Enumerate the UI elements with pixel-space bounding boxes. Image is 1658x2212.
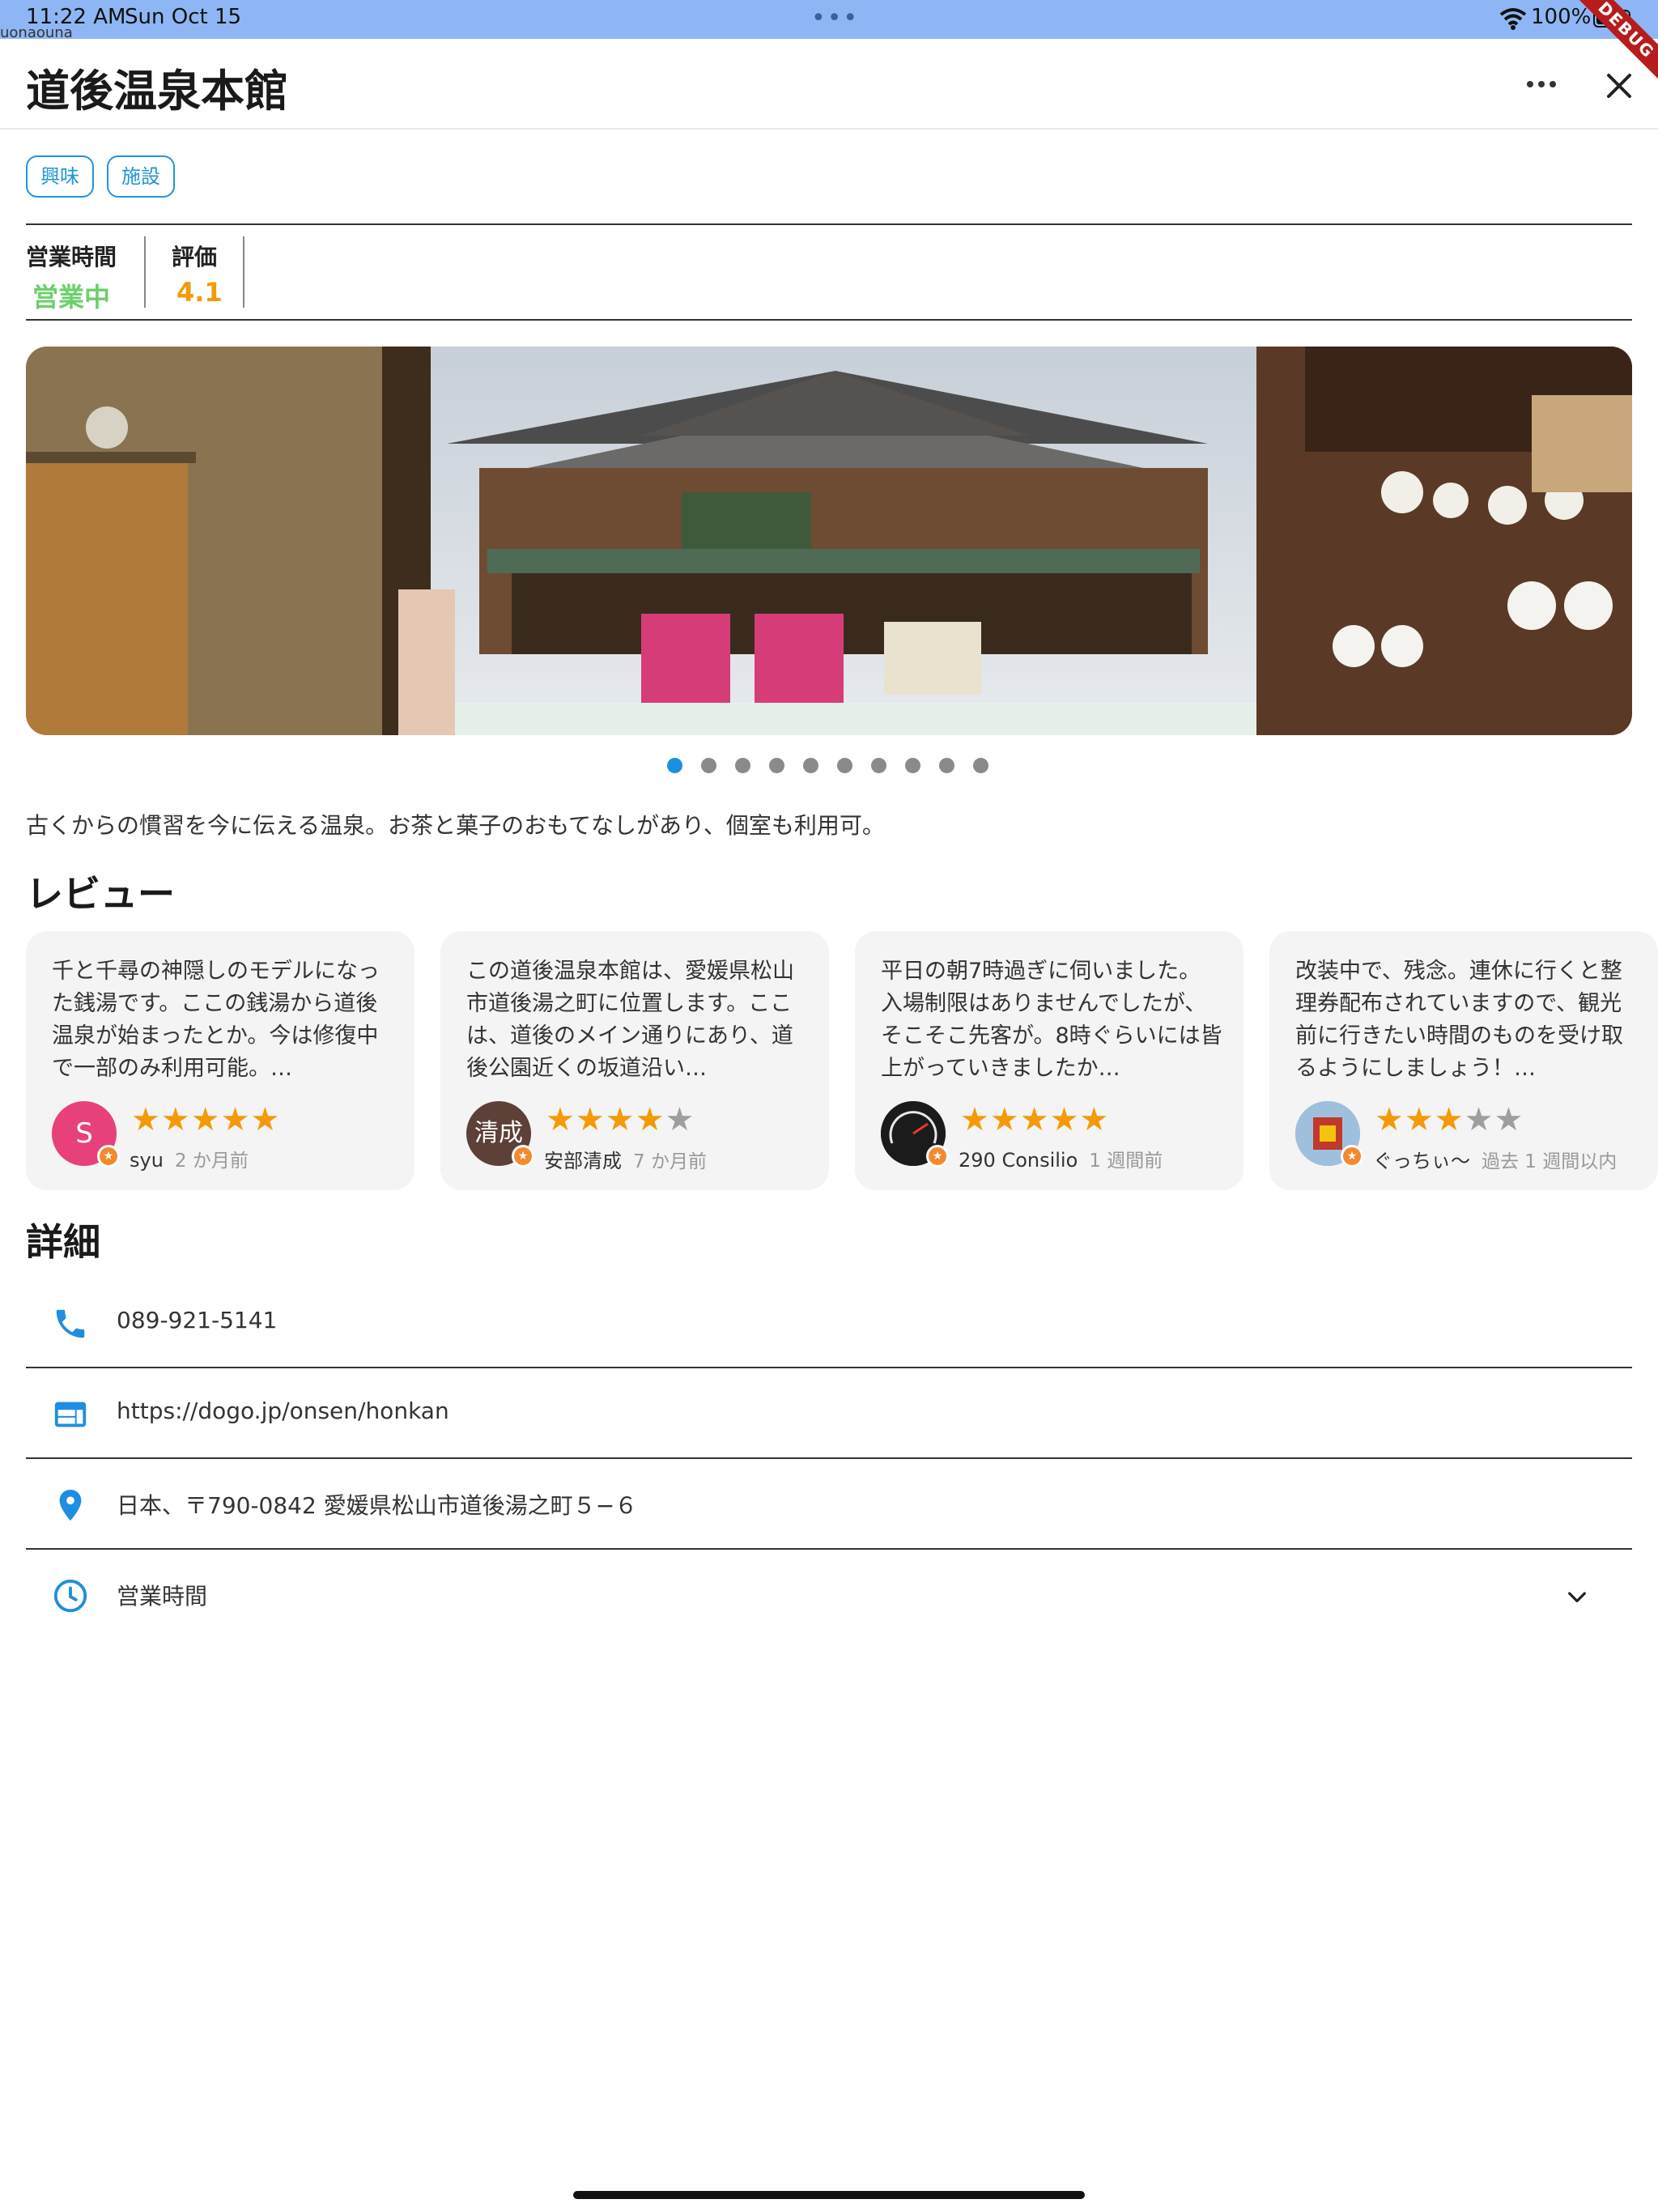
carousel-dot[interactable] bbox=[803, 758, 818, 773]
carousel-dot[interactable] bbox=[871, 758, 886, 773]
address-row[interactable]: 日本、〒790-0842 愛媛県松山市道後湯之町５−６ bbox=[26, 1459, 1632, 1550]
summary-info-row: 営業時間 営業中 評価 4.1 bbox=[26, 223, 1632, 321]
address-text: 日本、〒790-0842 愛媛県松山市道後湯之町５−６ bbox=[117, 1492, 638, 1519]
review-text: 平日の朝7時過ぎに伺いました。入場制限はありませんでしたが、そこそこ先客が。8時… bbox=[881, 959, 1222, 1081]
rating-summary: 評価 4.1 bbox=[172, 240, 223, 308]
review-card[interactable]: この道後温泉本館は、愛媛県松山市道後湯之町に位置します。ここは、道後のメイン通り… bbox=[440, 931, 829, 1190]
hours-row[interactable]: 営業時間 bbox=[26, 1550, 1632, 1640]
review-time: 7 か月前 bbox=[633, 1151, 707, 1172]
carousel-dot[interactable] bbox=[701, 758, 716, 773]
carousel-dot[interactable] bbox=[735, 758, 750, 773]
phone-number: 089-921-5141 bbox=[117, 1307, 278, 1334]
avatar-initial: 清成 bbox=[474, 1119, 523, 1147]
hours-summary: 営業時間 営業中 bbox=[26, 240, 117, 313]
place-photo[interactable] bbox=[26, 347, 1632, 735]
clock-icon bbox=[53, 1579, 87, 1613]
avatar: S ★ bbox=[52, 1101, 120, 1168]
review-author: 290 Consilio 1 週間前 bbox=[959, 1145, 1163, 1172]
chip-facility[interactable]: 施設 bbox=[107, 155, 175, 198]
star-rating: ★★★★★ bbox=[546, 1101, 695, 1138]
review-text: 改装中で、残念。連休に行くと整理券配布されていますので、観光前に行きたい時間のも… bbox=[1295, 959, 1623, 1081]
multitask-dots-icon[interactable]: ••• bbox=[811, 6, 859, 31]
author-name: ぐっちぃ〜 bbox=[1373, 1150, 1470, 1172]
local-guide-badge-icon: ★ bbox=[512, 1145, 534, 1168]
phone-icon bbox=[56, 1309, 85, 1338]
review-card[interactable]: 千と千尋の神隠しのモデルになった銭湯です。ここの銭湯から道後温泉が始まったとか。… bbox=[26, 931, 414, 1190]
battery-percent: 100% bbox=[1531, 5, 1592, 29]
carousel-dot[interactable] bbox=[973, 758, 988, 773]
reviews-carousel[interactable]: 千と千尋の神隠しのモデルになった銭湯です。ここの銭湯から道後温泉が始まったとか。… bbox=[26, 931, 1658, 1192]
review-time: 過去 1 週間以内 bbox=[1482, 1151, 1618, 1172]
place-description: 古くからの慣習を今に伝える温泉。お茶と菓子のおもてなしがあり、個室も利用可。 bbox=[26, 812, 885, 839]
place-detail-sheet: 道後温泉本館 興味 施設 営業時間 営業中 評価 4.1 古くからの慣習を今に伝… bbox=[0, 39, 1658, 2212]
location-pin-icon bbox=[59, 1489, 82, 1521]
author-name: syu bbox=[130, 1149, 164, 1172]
phone-row[interactable]: 089-921-5141 bbox=[26, 1278, 1632, 1368]
website-row[interactable]: https://dogo.jp/onsen/honkan bbox=[26, 1368, 1632, 1459]
star-rating: ★★★★★ bbox=[131, 1101, 281, 1138]
star-rating: ★★★★★ bbox=[1375, 1101, 1524, 1138]
hours-text: 営業時間 bbox=[117, 1583, 208, 1610]
rating-value: 4.1 bbox=[176, 277, 223, 308]
hours-label: 営業時間 bbox=[26, 244, 117, 270]
author-name: 290 Consilio bbox=[959, 1149, 1078, 1172]
chevron-down-icon[interactable] bbox=[1564, 1584, 1590, 1610]
review-card[interactable]: 平日の朝7時過ぎに伺いました。入場制限はありませんでしたが、そこそこ先客が。8時… bbox=[855, 931, 1244, 1190]
avatar: 清成 ★ bbox=[466, 1101, 534, 1168]
chip-interest[interactable]: 興味 bbox=[26, 155, 94, 198]
category-chips: 興味 施設 bbox=[26, 155, 175, 198]
overflow-text: uonaouna bbox=[0, 24, 73, 41]
review-text: この道後温泉本館は、愛媛県松山市道後湯之町に位置します。ここは、道後のメイン通り… bbox=[466, 959, 794, 1081]
review-author: syu 2 か月前 bbox=[130, 1145, 249, 1172]
place-title: 道後温泉本館 bbox=[26, 66, 288, 117]
carousel-dot[interactable] bbox=[939, 758, 954, 773]
avatar-initial: S bbox=[75, 1117, 93, 1150]
carousel-dot[interactable] bbox=[769, 758, 784, 773]
author-name: 安部清成 bbox=[544, 1150, 622, 1172]
details-heading: 詳細 bbox=[26, 1220, 100, 1264]
divider bbox=[144, 236, 146, 308]
review-author: ぐっちぃ〜 過去 1 週間以内 bbox=[1373, 1145, 1617, 1173]
website-url: https://dogo.jp/onsen/honkan bbox=[117, 1397, 449, 1424]
local-guide-badge-icon: ★ bbox=[926, 1145, 949, 1168]
sheet-header: 道後温泉本館 bbox=[0, 39, 1658, 130]
carousel-dot[interactable] bbox=[837, 758, 852, 773]
home-indicator[interactable] bbox=[573, 2191, 1085, 2199]
avatar: ★ bbox=[1295, 1101, 1363, 1168]
reviews-heading: レビュー bbox=[26, 872, 175, 916]
review-author: 安部清成 7 か月前 bbox=[544, 1145, 707, 1173]
carousel-dot[interactable] bbox=[905, 758, 920, 773]
rating-label: 評価 bbox=[172, 244, 218, 270]
close-icon[interactable] bbox=[1601, 68, 1637, 104]
divider bbox=[243, 236, 244, 308]
web-icon bbox=[54, 1402, 87, 1427]
avatar: ★ bbox=[881, 1101, 949, 1168]
carousel-indicator bbox=[667, 758, 988, 773]
local-guide-badge-icon: ★ bbox=[97, 1145, 120, 1168]
wifi-icon bbox=[1499, 8, 1527, 30]
carousel-dot[interactable] bbox=[667, 758, 682, 773]
status-bar: 11:22 AM Sun Oct 15 ••• 100% bbox=[0, 0, 1658, 39]
more-options-button[interactable] bbox=[1522, 68, 1561, 100]
status-date: Sun Oct 15 bbox=[125, 5, 242, 29]
open-status: 営業中 bbox=[32, 282, 111, 313]
review-time: 2 か月前 bbox=[174, 1151, 249, 1172]
star-rating: ★★★★★ bbox=[960, 1101, 1110, 1138]
review-card[interactable]: 改装中で、残念。連休に行くと整理券配布されていますので、観光前に行きたい時間のも… bbox=[1269, 931, 1658, 1190]
review-text: 千と千尋の神隠しのモデルになった銭湯です。ここの銭湯から道後温泉が始まったとか。… bbox=[52, 959, 380, 1081]
review-time: 1 週間前 bbox=[1089, 1151, 1163, 1172]
local-guide-badge-icon: ★ bbox=[1341, 1145, 1363, 1168]
